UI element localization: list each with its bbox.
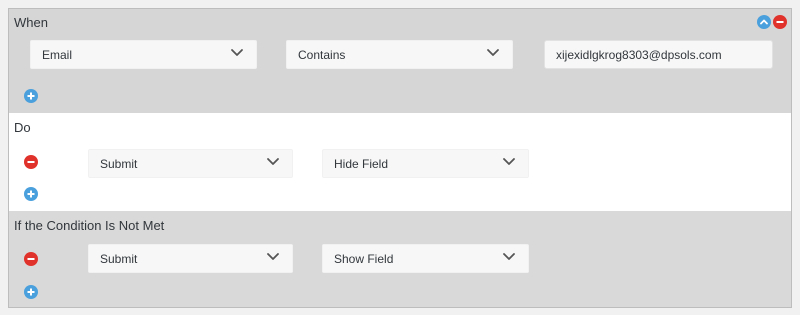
operator-select-value: Contains — [298, 48, 346, 62]
do-action-select-value: Submit — [100, 157, 138, 171]
field-select-value: Email — [42, 48, 73, 62]
do-action-select[interactable]: Submit — [88, 149, 293, 178]
else-action-select-value: Submit — [100, 252, 138, 266]
operator-select[interactable]: Contains — [286, 40, 513, 69]
chevron-down-icon — [267, 158, 279, 165]
do-section: Do Submit Hide Field — [9, 113, 791, 211]
add-else-action-icon[interactable] — [24, 285, 38, 299]
chevron-down-icon — [231, 49, 243, 56]
do-effect-select[interactable]: Hide Field — [322, 149, 529, 178]
conditional-logic-panel: When Email Contains xijexidlgkrog8303@dp… — [8, 8, 792, 308]
else-title: If the Condition Is Not Met — [14, 218, 165, 233]
add-condition-icon[interactable] — [24, 89, 38, 103]
add-action-icon[interactable] — [24, 187, 38, 201]
else-section: If the Condition Is Not Met Submit Show … — [9, 211, 791, 307]
remove-else-action-icon[interactable] — [24, 252, 38, 266]
condition-value-input[interactable]: xijexidlgkrog8303@dpsols.com — [544, 40, 773, 69]
do-title: Do — [14, 120, 31, 135]
collapse-up-icon[interactable] — [757, 15, 771, 29]
when-section: When Email Contains xijexidlgkrog8303@dp… — [9, 9, 791, 113]
else-effect-select-value: Show Field — [334, 252, 394, 266]
when-title: When — [14, 15, 48, 30]
remove-action-icon[interactable] — [24, 155, 38, 169]
chevron-down-icon — [503, 253, 515, 260]
chevron-down-icon — [487, 49, 499, 56]
field-select[interactable]: Email — [30, 40, 257, 69]
remove-condition-icon[interactable] — [773, 15, 787, 29]
else-action-select[interactable]: Submit — [88, 244, 293, 273]
condition-value-text: xijexidlgkrog8303@dpsols.com — [556, 48, 722, 62]
chevron-down-icon — [267, 253, 279, 260]
chevron-down-icon — [503, 158, 515, 165]
do-effect-select-value: Hide Field — [334, 157, 389, 171]
else-effect-select[interactable]: Show Field — [322, 244, 529, 273]
